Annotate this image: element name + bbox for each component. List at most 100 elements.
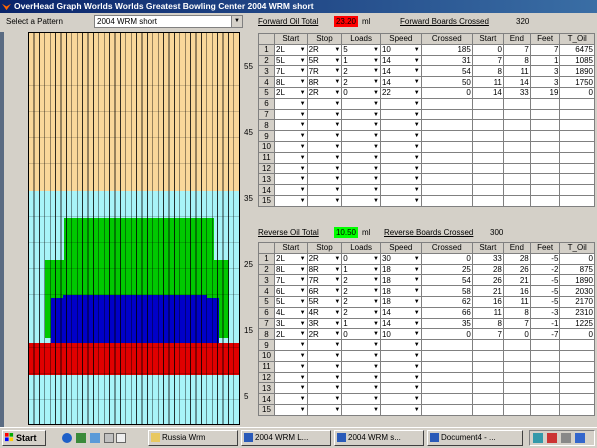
chevron-down-icon[interactable]: ▼ — [300, 176, 306, 182]
forward-cell-loads[interactable]: ▼ — [341, 162, 381, 175]
chevron-down-icon[interactable]: ▼ — [334, 385, 340, 391]
chevron-down-icon[interactable]: ▼ — [300, 79, 306, 85]
reverse-cell-start[interactable]: ▼ — [274, 382, 308, 395]
chevron-down-icon[interactable]: ▼ — [334, 288, 340, 294]
forward-cell-speed[interactable]: ▼ — [379, 140, 422, 153]
reverse-cell-loads[interactable]: 2 ▼ — [341, 274, 381, 287]
chevron-down-icon[interactable]: ▼ — [373, 176, 379, 182]
forward-cell-loads[interactable]: ▼ — [341, 184, 381, 196]
reverse-cell-speed[interactable]: 30 ▼ — [379, 252, 422, 265]
chevron-down-icon[interactable]: ▼ — [373, 187, 379, 193]
forward-cell-loads[interactable]: 2 ▼ — [341, 76, 381, 88]
reverse-cell-loads[interactable]: 0 ▼ — [341, 252, 381, 265]
forward-cell-speed[interactable]: 14 ▼ — [379, 54, 422, 67]
forward-cell-loads[interactable]: ▼ — [341, 194, 381, 207]
start-button[interactable]: Start — [2, 430, 46, 446]
reverse-cell-start[interactable]: 4L ▼ — [274, 306, 308, 319]
forward-cell-stop[interactable]: ▼ — [306, 151, 343, 164]
chevron-down-icon[interactable]: ▼ — [414, 407, 420, 413]
reverse-cell-speed[interactable]: 18 ▼ — [379, 285, 422, 297]
reverse-cell-start[interactable]: ▼ — [274, 360, 308, 373]
reverse-cell-stop[interactable]: ▼ — [306, 349, 343, 362]
reverse-cell-loads[interactable]: ▼ — [341, 393, 381, 405]
forward-cell-start[interactable]: ▼ — [274, 162, 308, 175]
reverse-cell-stop[interactable]: ▼ — [306, 339, 343, 351]
reverse-cell-loads[interactable]: 2 ▼ — [341, 295, 381, 308]
chevron-down-icon[interactable]: ▼ — [373, 288, 379, 294]
forward-cell-loads[interactable]: ▼ — [341, 140, 381, 153]
chevron-down-icon[interactable]: ▼ — [414, 321, 420, 327]
chevron-down-icon[interactable]: ▼ — [334, 331, 340, 337]
reverse-cell-speed[interactable]: 10 ▼ — [379, 328, 422, 341]
forward-cell-loads[interactable]: ▼ — [341, 119, 381, 132]
chevron-down-icon[interactable]: ▼ — [373, 47, 379, 53]
chevron-down-icon[interactable]: ▼ — [300, 407, 306, 413]
taskbar-item-russia-wrm[interactable]: Russia Wrm — [148, 430, 238, 446]
forward-cell-stop[interactable]: ▼ — [306, 130, 343, 142]
chevron-down-icon[interactable]: ▼ — [414, 68, 420, 74]
chevron-down-icon[interactable]: ▼ — [373, 321, 379, 327]
internet-explorer-icon[interactable] — [62, 433, 72, 443]
chevron-down-icon[interactable]: ▼ — [414, 58, 420, 64]
forward-cell-stop[interactable]: ▼ — [306, 184, 343, 196]
reverse-cell-stop[interactable]: 5R ▼ — [306, 295, 343, 308]
chevron-down-icon[interactable]: ▼ — [414, 133, 420, 139]
chevron-down-icon[interactable]: ▼ — [414, 353, 420, 359]
chevron-down-icon[interactable]: ▼ — [300, 310, 306, 316]
forward-cell-loads[interactable]: ▼ — [341, 130, 381, 142]
chevron-down-icon[interactable]: ▼ — [414, 267, 420, 273]
reverse-cell-stop[interactable]: ▼ — [306, 393, 343, 405]
reverse-cell-speed[interactable]: ▼ — [379, 371, 422, 384]
chevron-down-icon[interactable]: ▼ — [334, 396, 340, 402]
chevron-down-icon[interactable]: ▼ — [334, 342, 340, 348]
chevron-down-icon[interactable]: ▼ — [414, 256, 420, 262]
chevron-down-icon[interactable]: ▼ — [414, 299, 420, 305]
chevron-down-icon[interactable]: ▼ — [334, 256, 340, 262]
outlook-icon[interactable] — [76, 433, 86, 443]
forward-cell-speed[interactable]: ▼ — [379, 151, 422, 164]
chevron-down-icon[interactable]: ▼ — [373, 122, 379, 128]
chevron-down-icon[interactable]: ▼ — [414, 166, 420, 172]
chevron-down-icon[interactable]: ▼ — [334, 364, 340, 370]
forward-cell-stop[interactable]: ▼ — [306, 108, 343, 121]
forward-cell-start[interactable]: ▼ — [274, 194, 308, 207]
chevron-down-icon[interactable]: ▼ — [300, 353, 306, 359]
taskbar-item-document4[interactable]: Document4 - ... — [427, 430, 523, 446]
reverse-cell-loads[interactable]: ▼ — [341, 403, 381, 416]
chevron-down-icon[interactable]: ▼ — [414, 47, 420, 53]
chevron-down-icon[interactable]: ▼ — [300, 256, 306, 262]
forward-cell-stop[interactable]: ▼ — [306, 119, 343, 132]
chevron-down-icon[interactable]: ▼ — [414, 277, 420, 283]
forward-cell-speed[interactable]: 14 ▼ — [379, 76, 422, 88]
taskbar-item-2004-wrm-s[interactable]: 2004 WRM s... — [334, 430, 424, 446]
forward-cell-loads[interactable]: 5 ▼ — [341, 43, 381, 56]
forward-cell-start[interactable]: 5L ▼ — [274, 54, 308, 67]
reverse-cell-stop[interactable]: ▼ — [306, 403, 343, 416]
forward-cell-stop[interactable]: ▼ — [306, 97, 343, 110]
desktop-icon[interactable] — [90, 433, 100, 443]
chevron-down-icon[interactable]: ▼ — [373, 310, 379, 316]
chevron-down-icon[interactable]: ▼ — [334, 166, 340, 172]
forward-cell-start[interactable]: ▼ — [274, 151, 308, 164]
chevron-down-icon[interactable]: ▼ — [334, 101, 340, 107]
reverse-cell-loads[interactable]: ▼ — [341, 339, 381, 351]
chevron-down-icon[interactable]: ▼ — [334, 68, 340, 74]
reverse-cell-stop[interactable]: 7R ▼ — [306, 274, 343, 287]
taskbar-item-2004-wrm-l[interactable]: 2004 WRM L... — [241, 430, 331, 446]
forward-cell-stop[interactable]: 7R ▼ — [306, 65, 343, 78]
reverse-cell-speed[interactable]: 14 ▼ — [379, 317, 422, 330]
chevron-down-icon[interactable]: ▼ — [334, 407, 340, 413]
reverse-cell-stop[interactable]: ▼ — [306, 382, 343, 395]
forward-cell-speed[interactable]: 10 ▼ — [379, 43, 422, 56]
chevron-down-icon[interactable]: ▼ — [300, 90, 306, 96]
chevron-down-icon[interactable]: ▼ — [334, 187, 340, 193]
forward-cell-loads[interactable]: ▼ — [341, 173, 381, 186]
chevron-down-icon[interactable]: ▼ — [373, 90, 379, 96]
chevron-down-icon[interactable]: ▼ — [373, 79, 379, 85]
forward-cell-start[interactable]: ▼ — [274, 173, 308, 186]
reverse-cell-stop[interactable]: 8R ▼ — [306, 263, 343, 276]
chevron-down-icon[interactable]: ▼ — [414, 155, 420, 161]
forward-cell-stop[interactable]: ▼ — [306, 194, 343, 207]
chevron-down-icon[interactable]: ▼ — [373, 353, 379, 359]
chevron-down-icon[interactable]: ▼ — [300, 144, 306, 150]
